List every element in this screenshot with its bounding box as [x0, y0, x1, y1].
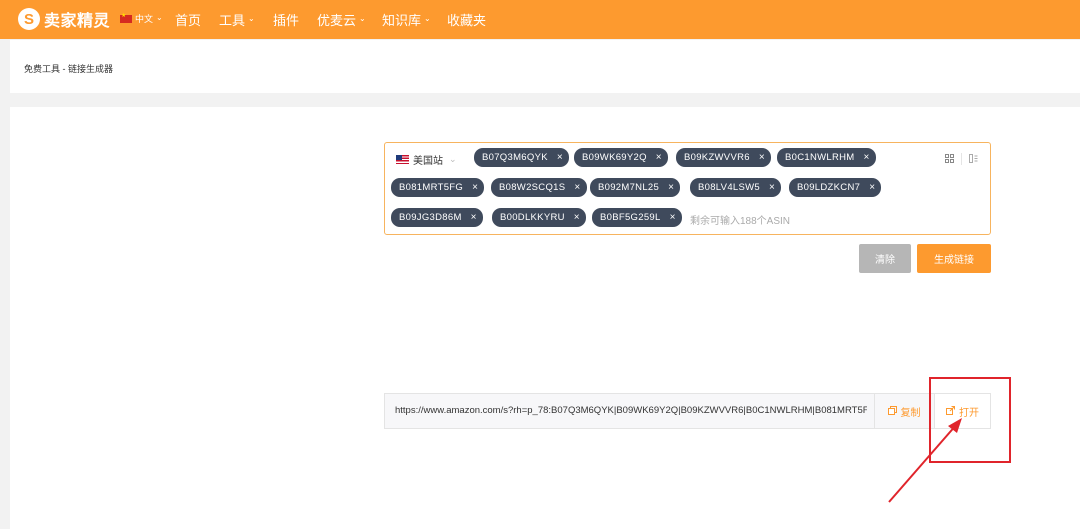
- annotation-arrow: [888, 418, 962, 503]
